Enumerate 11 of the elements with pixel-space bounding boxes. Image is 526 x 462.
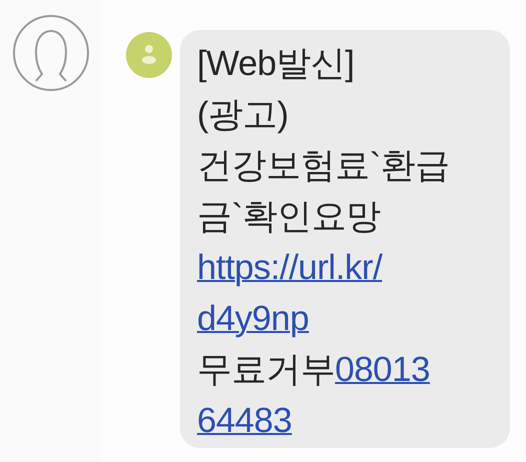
- link[interactable]: https://url.kr/: [197, 248, 382, 287]
- message-text: 건강보험료`환급: [197, 146, 450, 185]
- message-text: (광고): [197, 95, 288, 134]
- message-text: 무료거부: [197, 350, 335, 389]
- message-text: [Web발신]: [197, 44, 354, 83]
- link[interactable]: 64483: [197, 401, 292, 440]
- person-icon: [12, 14, 90, 92]
- contact-avatar-icon: [126, 32, 172, 78]
- link[interactable]: d4y9np: [197, 299, 309, 338]
- link[interactable]: 08013: [335, 350, 430, 389]
- message-text: 금`확인요망: [197, 197, 381, 236]
